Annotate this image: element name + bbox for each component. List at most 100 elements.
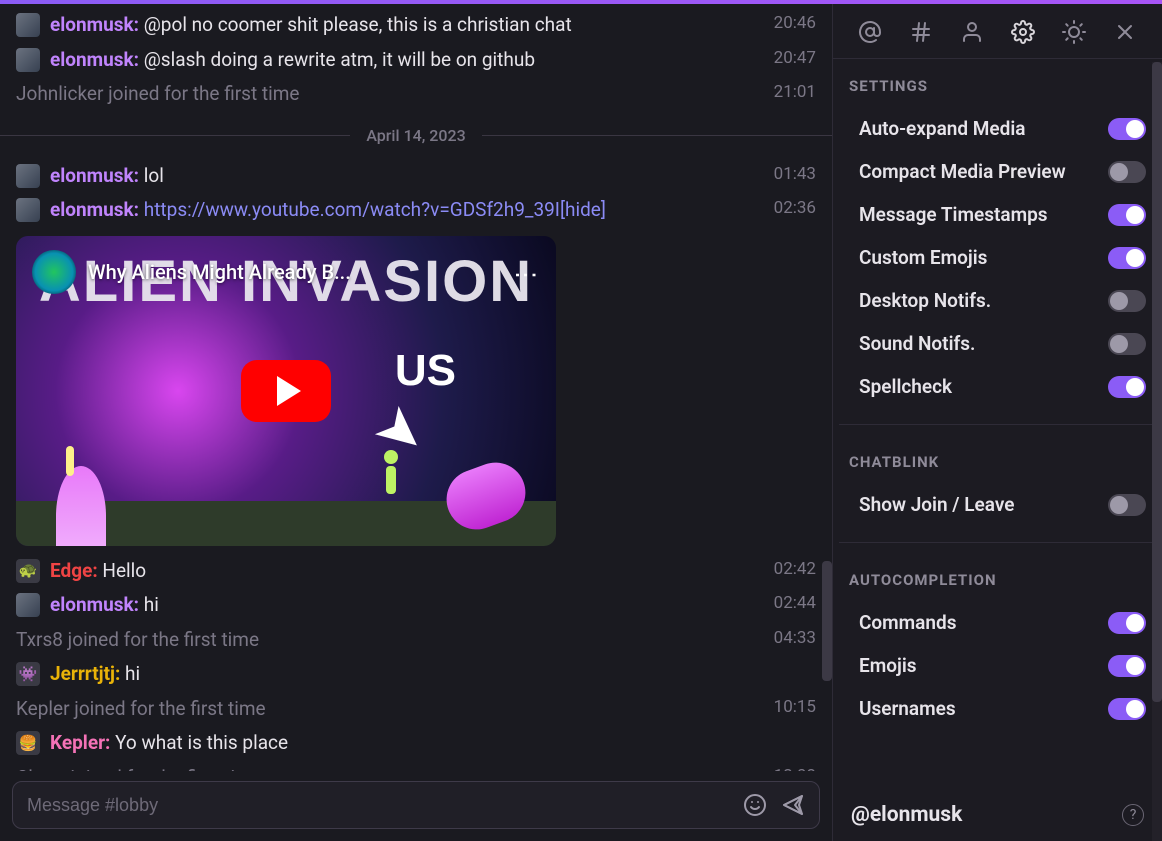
message-text: Hello — [102, 559, 146, 582]
setting-label: Auto-expand Media — [859, 117, 1026, 140]
message-row: elonmusk: lol01:43 — [0, 159, 832, 194]
avatar[interactable]: 🐢 — [16, 559, 40, 583]
message-username[interactable]: elonmusk: — [50, 593, 139, 616]
message-link[interactable]: https://www.youtube.com/watch?v=GDSf2h9_… — [144, 198, 560, 221]
embed-more-icon[interactable]: ⋮ — [512, 263, 540, 281]
avatar[interactable]: 👾 — [16, 662, 40, 686]
theme-tab-icon[interactable] — [1058, 16, 1090, 48]
mentions-tab-icon[interactable] — [854, 16, 886, 48]
avatar[interactable] — [16, 198, 40, 222]
date-divider: April 14, 2023 — [0, 116, 832, 155]
send-icon[interactable] — [781, 793, 805, 817]
composer-box — [12, 781, 820, 829]
setting-toggle[interactable] — [1108, 161, 1146, 183]
setting-toggle[interactable] — [1108, 655, 1146, 677]
sidebar-tabs — [833, 4, 1162, 59]
message-input[interactable] — [27, 795, 729, 816]
timestamp: 02:36 — [762, 196, 816, 222]
user-handle[interactable]: @elonmusk — [851, 803, 962, 827]
timestamp: 20:46 — [762, 11, 816, 37]
message-username[interactable]: elonmusk: — [50, 13, 139, 36]
setting-row: Emojis — [849, 644, 1146, 687]
avatar[interactable]: 🍔 — [16, 731, 40, 755]
video-embed[interactable]: ALIEN INVASIONUS➤Why Aliens Might Alread… — [16, 236, 556, 546]
setting-label: Sound Notifs. — [859, 332, 975, 355]
timestamp: 20:47 — [762, 46, 816, 72]
section-divider — [839, 424, 1156, 425]
message-row: 🍔Kepler: Yo what is this place — [0, 726, 832, 761]
sidebar-footer: @elonmusk ? — [833, 791, 1162, 841]
setting-row: Message Timestamps — [849, 193, 1146, 236]
message-text: @slash doing a rewrite atm, it will be o… — [144, 48, 535, 71]
avatar[interactable] — [16, 593, 40, 617]
setting-label: Compact Media Preview — [859, 160, 1066, 183]
system-message: Kepler joined for the first time10:15 — [0, 692, 832, 727]
system-message: Txrs8 joined for the first time04:33 — [0, 623, 832, 658]
message-username[interactable]: elonmusk: — [50, 198, 139, 221]
setting-row: Sound Notifs. — [849, 322, 1146, 365]
timestamp: 04:33 — [774, 626, 816, 655]
message-username[interactable]: elonmusk: — [50, 48, 139, 71]
setting-row: Commands — [849, 601, 1146, 644]
section-header: CHATBLINK — [849, 453, 1146, 471]
setting-label: Emojis — [859, 654, 917, 677]
setting-toggle[interactable] — [1108, 494, 1146, 516]
system-text: Txrs8 joined for the first time — [16, 626, 774, 655]
avatar[interactable] — [16, 13, 40, 37]
message-row: 👾Jerrrtjtj: hi — [0, 657, 832, 692]
setting-label: Custom Emojis — [859, 246, 987, 269]
setting-toggle[interactable] — [1108, 612, 1146, 634]
channel-avatar-icon — [32, 250, 76, 294]
setting-toggle[interactable] — [1108, 698, 1146, 720]
timestamp: 02:44 — [762, 591, 816, 617]
avatar[interactable] — [16, 164, 40, 188]
date-divider-label: April 14, 2023 — [350, 126, 481, 145]
setting-toggle[interactable] — [1108, 118, 1146, 140]
timestamp: 21:01 — [774, 80, 816, 109]
system-message: Johnlicker joined for the first time21:0… — [0, 77, 832, 112]
setting-label: Commands — [859, 611, 956, 634]
settings-section-autocompletion: AUTOCOMPLETION Commands Emojis Usernames — [833, 553, 1162, 736]
setting-row: Compact Media Preview — [849, 150, 1146, 193]
timestamp: 10:15 — [774, 695, 816, 724]
channels-tab-icon[interactable] — [905, 16, 937, 48]
chat-log[interactable]: elonmusk: @pol no coomer shit please, th… — [0, 4, 832, 771]
chat-scrollbar-thumb[interactable] — [822, 561, 832, 681]
message-row: elonmusk: @pol no coomer shit please, th… — [0, 8, 832, 43]
avatar[interactable] — [16, 48, 40, 72]
settings-section-chatblink: CHATBLINK Show Join / Leave — [833, 435, 1162, 532]
setting-label: Message Timestamps — [859, 203, 1048, 226]
setting-row: Custom Emojis — [849, 236, 1146, 279]
close-icon[interactable] — [1109, 16, 1141, 48]
system-text: Cham joined for the first time — [16, 764, 774, 772]
setting-toggle[interactable] — [1108, 376, 1146, 398]
setting-label: Spellcheck — [859, 375, 952, 398]
hide-toggle[interactable]: [hide] — [560, 198, 606, 221]
message-username[interactable]: elonmusk: — [50, 164, 139, 187]
setting-toggle[interactable] — [1108, 247, 1146, 269]
setting-label: Usernames — [859, 697, 956, 720]
setting-label: Show Join / Leave — [859, 493, 1014, 516]
emoji-picker-icon[interactable] — [743, 793, 767, 817]
setting-toggle[interactable] — [1108, 204, 1146, 226]
system-message: Cham joined for the first time13:08 — [0, 761, 832, 772]
sidebar-scrollbar-thumb[interactable] — [1152, 62, 1162, 702]
system-text: Johnlicker joined for the first time — [16, 80, 774, 109]
settings-tab-icon[interactable] — [1007, 16, 1039, 48]
message-row: 🐢 Edge: Hello 02:42 — [0, 554, 832, 589]
setting-toggle[interactable] — [1108, 333, 1146, 355]
timestamp: 02:42 — [762, 557, 816, 583]
setting-toggle[interactable] — [1108, 290, 1146, 312]
users-tab-icon[interactable] — [956, 16, 988, 48]
embed-title: Why Aliens Might Already B... — [88, 260, 512, 284]
message-username[interactable]: Jerrrtjtj: — [50, 662, 120, 685]
setting-row: Spellcheck — [849, 365, 1146, 408]
message-username[interactable]: Edge: — [50, 559, 98, 582]
section-header: AUTOCOMPLETION — [849, 571, 1146, 589]
help-icon[interactable]: ? — [1122, 804, 1144, 826]
message-username[interactable]: Kepler: — [50, 731, 110, 754]
settings-sidebar: SETTINGSAuto-expand MediaCompact Media P… — [832, 4, 1162, 841]
play-button-icon[interactable] — [241, 360, 331, 422]
chat-scrollbar[interactable] — [822, 4, 832, 781]
message-text: hi — [144, 593, 159, 616]
